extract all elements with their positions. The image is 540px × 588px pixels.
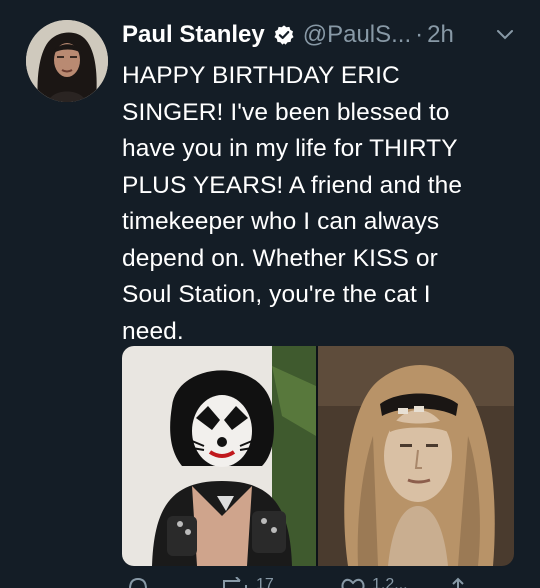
verified-badge-icon	[273, 24, 295, 46]
tweet-timestamp[interactable]: 2h	[427, 21, 454, 49]
tweet-text-line: depend on. Whether KISS or	[122, 244, 438, 272]
reply-icon[interactable]	[126, 576, 150, 588]
tweet-header: Paul Stanley @PaulS... · 2h	[122, 18, 454, 52]
tweet-text-line: need.	[122, 317, 184, 345]
tweet-text-line: HAPPY BIRTHDAY ERIC	[122, 62, 400, 89]
chevron-down-icon[interactable]	[496, 28, 514, 40]
media-photo-left[interactable]	[122, 346, 316, 566]
share-icon[interactable]	[448, 576, 468, 588]
heart-icon[interactable]	[340, 576, 366, 588]
media-photo-right[interactable]	[318, 346, 514, 566]
like-count: 1,2...	[372, 576, 408, 588]
tweet-text-line: timekeeper who I can always	[122, 208, 440, 235]
author-handle[interactable]: @PaulS...	[303, 21, 411, 49]
tweet[interactable]: Paul Stanley @PaulS... · 2h HAPPY BIRTHD…	[0, 0, 540, 588]
author-name[interactable]: Paul Stanley	[122, 21, 265, 49]
avatar-photo	[26, 20, 108, 102]
tweet-media[interactable]	[122, 346, 514, 566]
retweet-count: 17	[256, 576, 274, 588]
avatar[interactable]	[26, 20, 108, 102]
tweet-text: HAPPY BIRTHDAY ERIC SINGER! I've been bl…	[122, 58, 522, 350]
tweet-actions: 17 1,2...	[122, 576, 522, 588]
tweet-text-line: Soul Station, you're the cat I	[122, 281, 431, 308]
tweet-text-line: SINGER! I've been blessed to	[122, 98, 450, 126]
retweet-icon[interactable]	[222, 576, 250, 588]
tweet-text-line: have you in my life for THIRTY	[122, 135, 458, 162]
separator-dot: ·	[415, 21, 424, 48]
tweet-text-line: PLUS YEARS! A friend and the	[122, 171, 463, 199]
